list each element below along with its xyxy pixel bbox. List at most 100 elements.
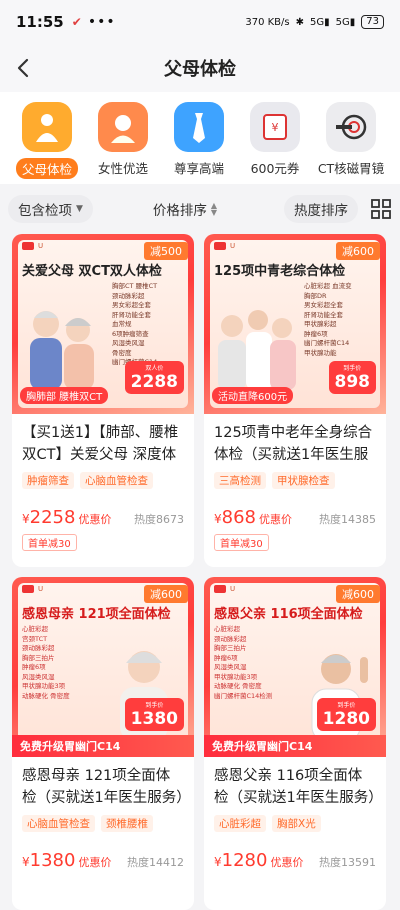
banner-price-label: 到手价 xyxy=(145,702,164,709)
category-label: 父母体检 xyxy=(16,158,79,179)
status-icons: 370 KB/s ✱ 5G▮ 5G▮ 73 xyxy=(245,15,384,29)
product-banner: U 减600 感恩父亲 116项全面体检 心脏彩超 颈动脉彩超 胸部三拍片 肿瘤… xyxy=(204,577,386,757)
product-title[interactable]: 感恩母亲 121项全面体检（买就送1年医生服务） xyxy=(22,765,184,809)
banner-price-value: 1380 xyxy=(130,709,178,729)
product-card[interactable]: U 减500 关爱父母 双CT双人体检 胸部CT 腰椎CT 颈动脉彩超 男女彩超… xyxy=(12,234,194,567)
price-value: 2258 xyxy=(29,507,76,528)
item: 心脏彩超 xyxy=(22,625,48,633)
notification-icon: ✔ xyxy=(71,15,82,29)
discount-tag: 减600 xyxy=(144,585,188,603)
svg-text:¥: ¥ xyxy=(272,121,279,134)
banner-title: 感恩父亲 116项全面体检 xyxy=(214,607,363,622)
category-label: 女性优选 xyxy=(97,161,148,176)
category-label: 尊享高端 xyxy=(173,161,224,176)
bluetooth-icon: ✱ xyxy=(295,16,305,28)
discount-tag: 减600 xyxy=(336,242,380,260)
tag: 心脏彩超 xyxy=(214,815,266,832)
price-note: 优惠价 xyxy=(78,856,112,869)
price: ¥1280 xyxy=(214,850,268,871)
card-body: 感恩母亲 121项全面体检（买就送1年医生服务） 心脑血管检查 颈椎腰椎 ¥13… xyxy=(12,757,194,871)
product-card[interactable]: U 减600 感恩父亲 116项全面体检 心脏彩超 颈动脉彩超 胸部三拍片 肿瘤… xyxy=(204,577,386,910)
price-row: ¥1280 优惠价 热度13591 xyxy=(214,850,376,871)
item: 风湿类风湿 xyxy=(22,672,55,681)
price-sort-label: 价格排序 xyxy=(152,203,207,219)
hot-sort[interactable]: 热度排序 xyxy=(284,195,358,223)
nav-bar: 父母体检 xyxy=(0,44,400,92)
banner-price-value: 898 xyxy=(334,372,371,392)
product-title[interactable]: 【买1送1】【肺部、腰椎双CT】关爱父母 深度体检套餐 xyxy=(22,422,184,466)
status-time: 11:55 xyxy=(16,13,64,31)
item: 肿瘤6项 xyxy=(22,663,46,671)
heat: 热度14412 xyxy=(127,856,184,869)
category-premium[interactable]: 尊享高端 xyxy=(170,102,228,177)
sort-icon: ▲ ▼ xyxy=(210,201,218,217)
category-label: CT核磁胃镜 xyxy=(317,161,385,176)
price: ¥2258 xyxy=(22,507,76,528)
price: ¥1380 xyxy=(22,850,76,871)
product-title[interactable]: 感恩父亲 116项全面体检（买就送1年医生服务） xyxy=(214,765,376,809)
product-title[interactable]: 125项青中老年全身综合体检（买就送1年医生服务） xyxy=(214,422,376,466)
promo-bar: 免费升级胃幽门C14 xyxy=(12,735,194,757)
category-ct[interactable]: CT核磁胃镜 xyxy=(318,102,384,177)
brand-logo: U xyxy=(22,242,43,250)
brand-logo: U xyxy=(22,585,43,593)
brand-logo: U xyxy=(214,242,235,250)
price-row: ¥2258 优惠价 热度8673 xyxy=(22,507,184,528)
banner-footer: 胸肺部 腰椎双CT xyxy=(20,387,109,404)
product-grid: U 减500 关爱父母 双CT双人体检 胸部CT 腰椎CT 颈动脉彩超 男女彩超… xyxy=(0,234,400,910)
tag: 颈椎腰椎 xyxy=(101,815,153,832)
category-row: 父母体检 女性优选 尊享高端 ¥ 600元券 CT核磁胃镜 中青 xyxy=(0,92,400,184)
product-card[interactable]: U 减600 感恩母亲 121项全面体检 心脏彩超 宫颈TCT 颈动脉彩超 胸部… xyxy=(12,577,194,910)
item: 胸部DR xyxy=(304,291,327,300)
price-row: ¥868 优惠价 热度14385 xyxy=(214,507,376,528)
woman-icon xyxy=(98,102,148,152)
include-filter-label: 包含检项 xyxy=(18,203,72,219)
card-body: 【买1送1】【肺部、腰椎双CT】关爱父母 深度体检套餐 肿瘤筛查 心脑血管检查 … xyxy=(12,414,194,551)
item: 动脉硬化 骨密度 xyxy=(214,682,262,690)
include-filter[interactable]: 包含检项 ▼ xyxy=(8,195,93,223)
back-icon[interactable] xyxy=(12,56,36,80)
promo-bar: 免费升级胃幽门C14 xyxy=(204,735,386,757)
included-items: 心脏彩超 宫颈TCT 颈动脉彩超 胸部三拍片 肿瘤6项 风湿类风湿 甲状腺功能3… xyxy=(22,625,94,701)
banner-title: 关爱父母 双CT双人体检 xyxy=(22,264,162,279)
banner-price: 到手价 1280 xyxy=(316,698,376,731)
price-sort[interactable]: 价格排序 ▲ ▼ xyxy=(143,195,227,223)
tag: 心脑血管检查 xyxy=(80,472,153,489)
discount-tag: 减500 xyxy=(144,242,188,260)
product-banner: U 减500 关爱父母 双CT双人体检 胸部CT 腰椎CT 颈动脉彩超 男女彩超… xyxy=(12,234,194,414)
hot-sort-label: 热度排序 xyxy=(294,203,348,219)
tag: 心脑血管检查 xyxy=(22,815,95,832)
tag-list: 三高检测 甲状腺检查 xyxy=(214,472,376,489)
battery-icon: 73 xyxy=(361,15,384,29)
item: 胸部三拍片 xyxy=(22,653,55,662)
item: 甲状腺功能3项 xyxy=(214,672,258,681)
tag: 三高检测 xyxy=(214,472,266,489)
item: 宫颈TCT xyxy=(22,634,48,643)
item: 肿瘤6项 xyxy=(214,653,238,662)
heat: 热度13591 xyxy=(319,856,376,869)
included-items: 心脏彩超 血流变 胸部DR 男女彩超全套 肝肾功能全套 甲状腺彩超 肿瘤6项 幽… xyxy=(304,282,376,358)
grid-view-icon[interactable] xyxy=(370,198,392,220)
signal-icon: 5G▮ xyxy=(310,16,330,28)
price-value: 868 xyxy=(221,507,256,528)
banner-price: 到手价 1380 xyxy=(124,698,184,731)
item: 幽门螺杆菌C14检测 xyxy=(214,691,273,700)
item: 动脉硬化 骨密度 xyxy=(22,691,70,700)
banner-title: 125项中青老综合体检 xyxy=(214,264,346,279)
more-notifications-icon: ••• xyxy=(87,14,116,30)
discount-tag: 减600 xyxy=(336,585,380,603)
item: 骨密度 xyxy=(112,348,132,357)
product-card[interactable]: U 减600 125项中青老综合体检 心脏彩超 血流变 胸部DR 男女彩超全套 … xyxy=(204,234,386,567)
brand-logo: U xyxy=(214,585,235,593)
item: 胸部三拍片 xyxy=(214,644,247,652)
banner-price: 双人价 2288 xyxy=(124,361,184,394)
category-coupon[interactable]: ¥ 600元券 xyxy=(246,102,304,177)
category-parents[interactable]: 父母体检 xyxy=(16,102,79,179)
banner-price-label: 双人价 xyxy=(145,365,164,372)
item: 甲状腺功能 xyxy=(304,348,337,357)
item: 男女彩超全套 xyxy=(112,301,151,309)
card-body: 125项青中老年全身综合体检（买就送1年医生服务） 三高检测 甲状腺检查 ¥86… xyxy=(204,414,386,551)
coupon-badge: 首单减30 xyxy=(22,534,77,551)
card-body: 感恩父亲 116项全面体检（买就送1年医生服务） 心脏彩超 胸部X光 ¥1280… xyxy=(204,757,386,871)
category-women[interactable]: 女性优选 xyxy=(94,102,152,177)
